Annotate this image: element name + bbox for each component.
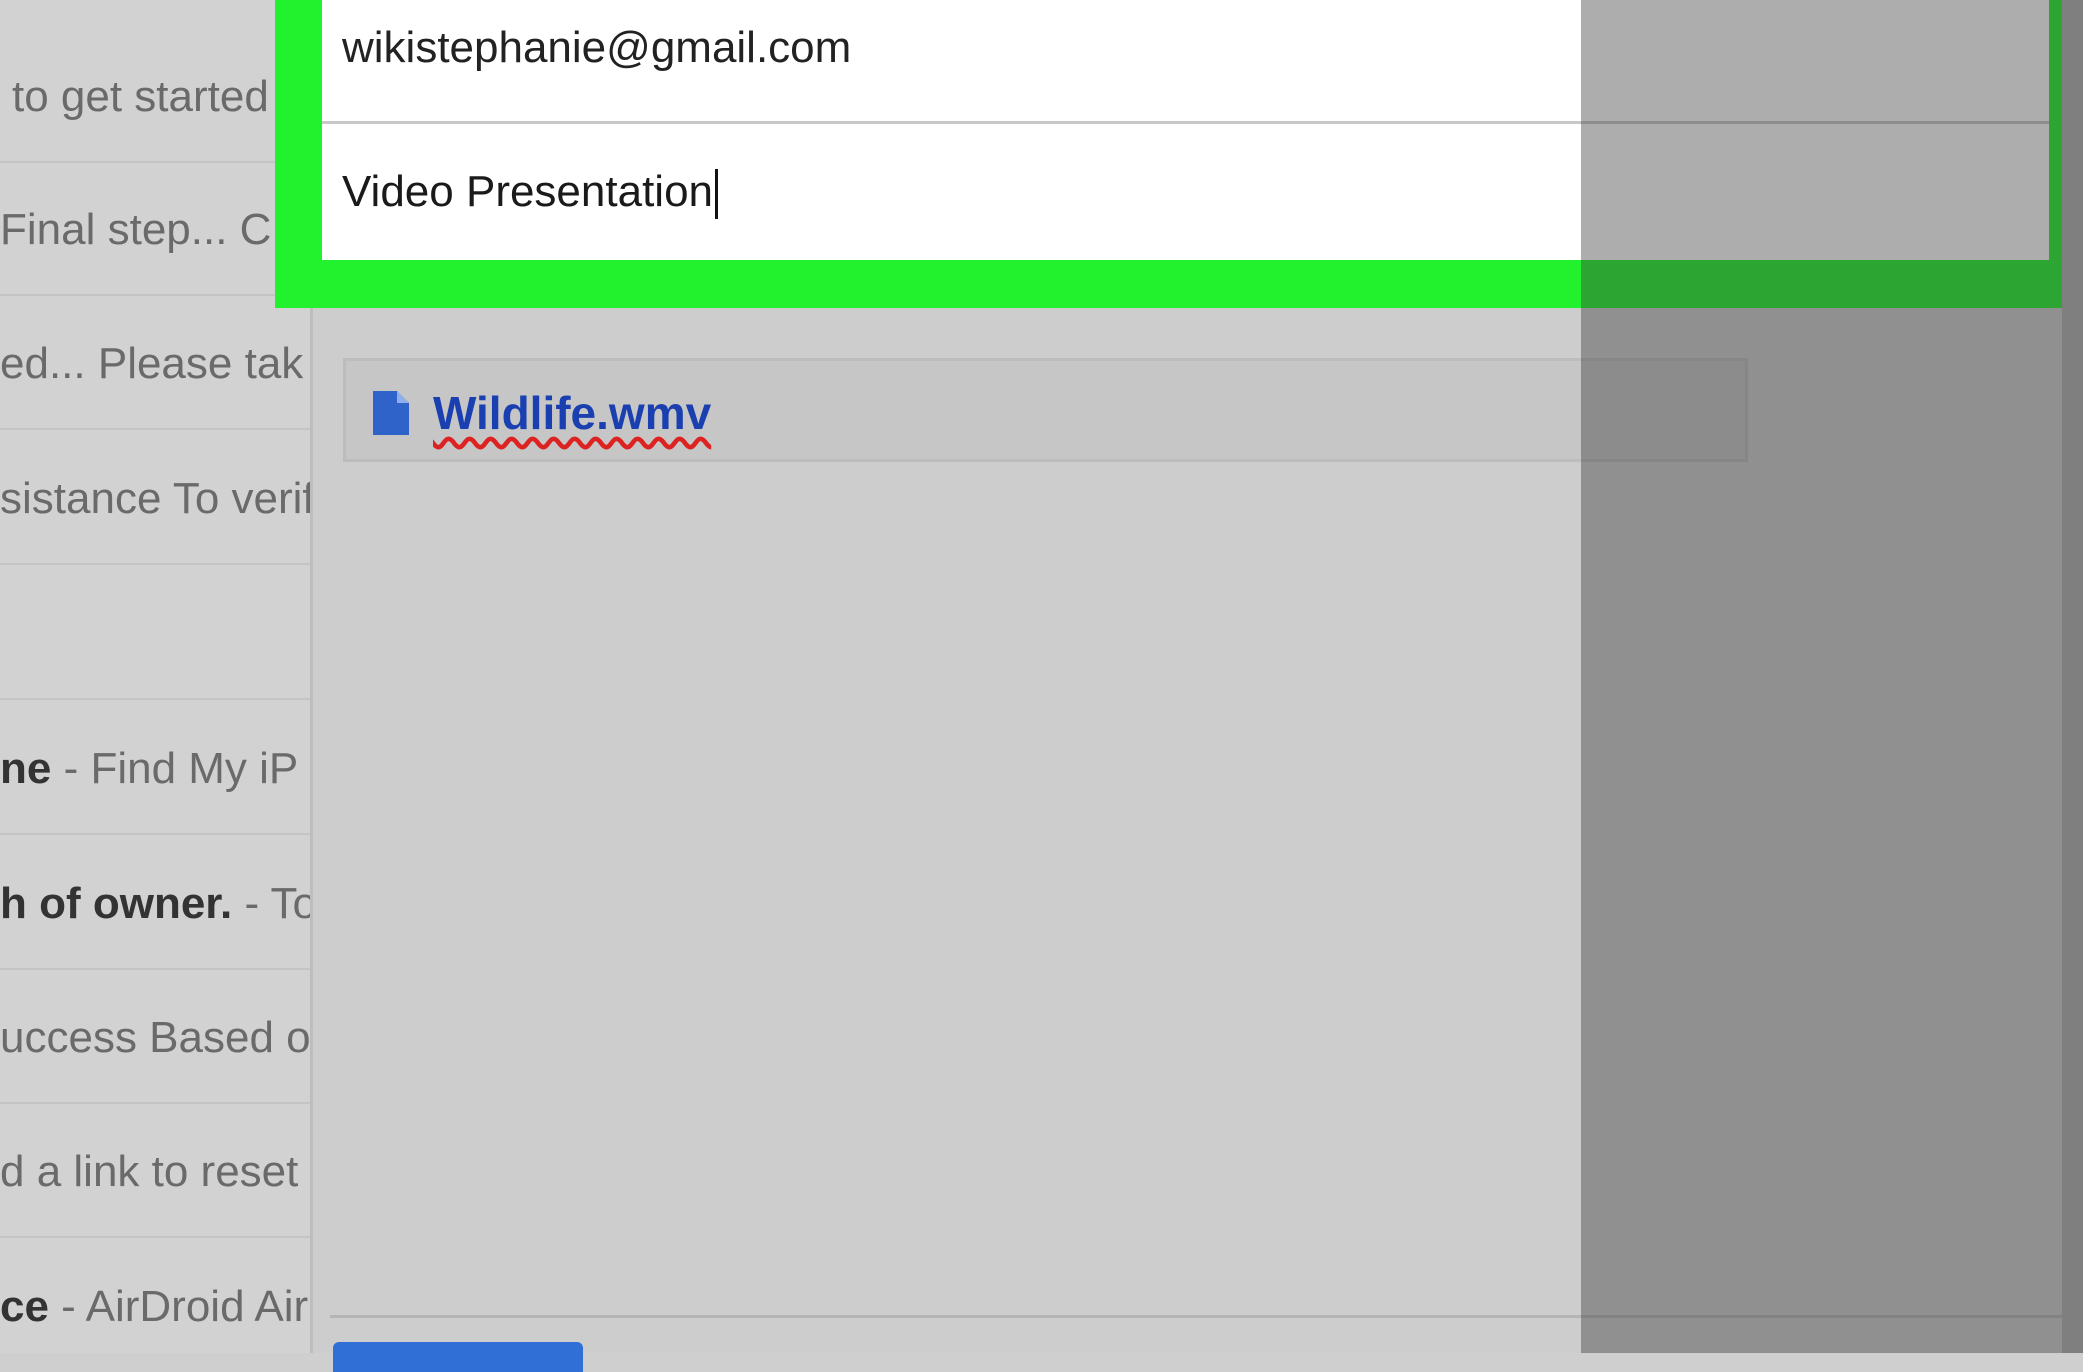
window-right-edge [2062, 0, 2083, 1353]
to-field-value: wikistephanie@gmail.com [342, 23, 852, 72]
inbox-row[interactable]: ed... Please tak [0, 297, 310, 430]
attachment-chip[interactable]: Wildlife.wmv [343, 358, 1748, 462]
inbox-row-sender: ne [0, 744, 52, 793]
inbox-row-snippet: uccess Based o [0, 1013, 310, 1062]
inbox-row[interactable]: ne - Find My iP [0, 702, 310, 835]
subject-field-value: Video Presentation [342, 167, 714, 216]
inbox-row[interactable]: d a link to reset [0, 1105, 310, 1238]
subject-field[interactable]: Video Presentation [322, 124, 2049, 260]
inbox-row-snippet: Final step... C [0, 205, 272, 254]
inbox-row-snippet: ed... Please tak [0, 339, 304, 388]
inbox-row[interactable]: ce - AirDroid Air [0, 1240, 310, 1353]
to-field[interactable]: wikistephanie@gmail.com [322, 0, 2049, 124]
inbox-row-snippet: - To [232, 879, 310, 928]
inbox-row-sender: h of owner. [0, 879, 233, 928]
inbox-row[interactable]: sistance To verif [0, 432, 310, 565]
inbox-row[interactable]: h of owner. - To [0, 837, 310, 970]
inbox-row-snippet: sistance To verif [0, 474, 310, 523]
compose-header-fields: wikistephanie@gmail.com Video Presentati… [322, 0, 2049, 260]
attachment-file-name[interactable]: Wildlife.wmv [433, 361, 711, 465]
inbox-row[interactable]: Final step... C [0, 163, 310, 296]
inbox-row-snippet: - Find My iP [51, 744, 299, 793]
inbox-row-snippet: d a link to reset [0, 1147, 299, 1196]
inbox-row-snippet: to get started [12, 72, 269, 121]
inbox-list: to get started Final step... C ed... Ple… [0, 0, 310, 1353]
inbox-row[interactable] [0, 567, 310, 700]
inbox-row-sender: ce [0, 1282, 49, 1331]
inbox-row[interactable]: uccess Based o [0, 971, 310, 1104]
send-button[interactable] [333, 1342, 583, 1372]
inbox-row[interactable]: to get started [0, 30, 310, 163]
file-icon [373, 391, 409, 435]
compose-toolbar-divider [330, 1315, 2062, 1318]
text-caret [715, 169, 719, 220]
inbox-row-snippet: - AirDroid Air [48, 1282, 309, 1331]
